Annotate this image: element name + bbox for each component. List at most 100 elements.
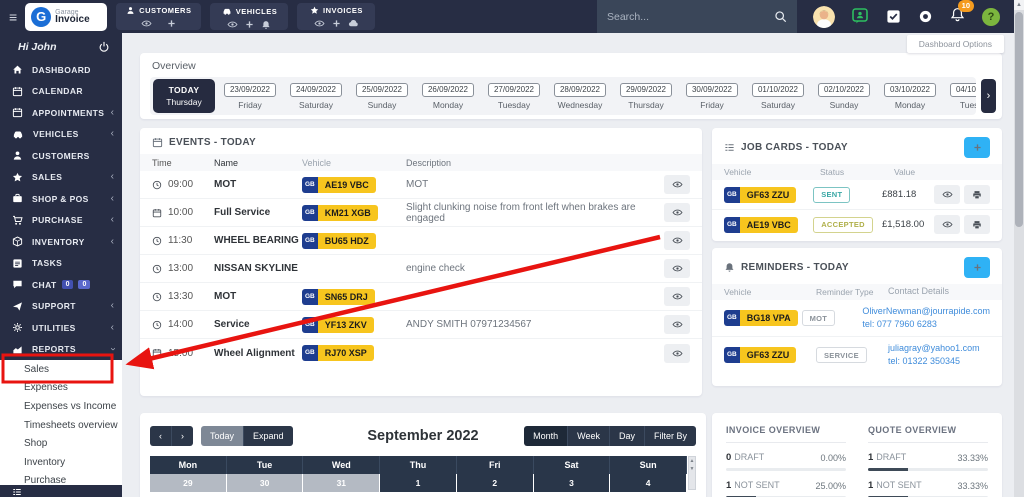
- sidebar-item-partial[interactable]: [0, 485, 122, 497]
- view-customers-eye-icon[interactable]: [141, 18, 152, 29]
- notifications-bell[interactable]: 10: [950, 7, 965, 27]
- vehicle-plate[interactable]: GBYF13 ZKV: [302, 317, 374, 333]
- view-vehicles-eye-icon[interactable]: [227, 19, 238, 30]
- vehicle-plate[interactable]: GBRJ70 XSP: [302, 345, 374, 361]
- calendar-day-cell[interactable]: 30: [227, 474, 304, 492]
- dashboard-options-button[interactable]: Dashboard Options: [907, 35, 1004, 53]
- sidebar-item-chat[interactable]: CHAT00: [0, 274, 122, 296]
- add-vehicle-plus-icon[interactable]: [245, 20, 254, 29]
- date-button[interactable]: 26/09/2022Monday: [417, 79, 479, 113]
- vehicle-plate[interactable]: GBBU65 HDZ: [302, 233, 376, 249]
- date-button[interactable]: 29/09/2022Thursday: [615, 79, 677, 113]
- contact-email-link[interactable]: OliverNewman@jourrapide.com: [862, 305, 990, 318]
- date-button[interactable]: 03/10/2022Monday: [879, 79, 941, 113]
- calendar-today-button[interactable]: Today: [201, 426, 244, 446]
- view-event-button[interactable]: [664, 203, 690, 222]
- vehicle-plate[interactable]: GBGF63 ZZU: [724, 347, 796, 363]
- calendar-view-week[interactable]: Week: [568, 426, 610, 446]
- sidebar-item-utilities[interactable]: UTILITIES‹: [0, 317, 122, 339]
- date-button[interactable]: 01/10/2022Saturday: [747, 79, 809, 113]
- submenu-item-expenses[interactable]: Expenses: [0, 379, 122, 398]
- date-button[interactable]: 27/09/2022Tuesday: [483, 79, 545, 113]
- view-event-button[interactable]: [664, 344, 690, 363]
- user-avatar[interactable]: [813, 6, 835, 28]
- add-reminder-button[interactable]: [964, 257, 990, 278]
- calendar-day-cell[interactable]: 4: [610, 474, 687, 492]
- date-button[interactable]: 02/10/2022Sunday: [813, 79, 875, 113]
- vehicle-plate[interactable]: GBAE19 VBC: [302, 177, 376, 193]
- hamburger-menu-icon[interactable]: ≡: [9, 9, 17, 25]
- vehicle-plate[interactable]: GBGF63 ZZU: [724, 187, 796, 203]
- submenu-item-sales[interactable]: Sales: [0, 360, 122, 379]
- submenu-item-timesheets-overview[interactable]: Timesheets overview: [0, 416, 122, 435]
- vehicle-plate[interactable]: GBAE19 VBC: [724, 217, 798, 233]
- calendar-day-cell[interactable]: 2: [457, 474, 534, 492]
- add-customer-plus-icon[interactable]: [167, 19, 176, 28]
- view-event-button[interactable]: [664, 315, 690, 334]
- vehicle-reminders-bell-icon[interactable]: [261, 20, 271, 30]
- settings-icon[interactable]: [918, 9, 933, 24]
- date-button[interactable]: 24/09/2022Saturday: [285, 79, 347, 113]
- add-job-card-button[interactable]: [964, 137, 990, 158]
- date-button[interactable]: 25/09/2022Sunday: [351, 79, 413, 113]
- sidebar-item-sales[interactable]: SALES‹: [0, 167, 122, 189]
- calendar-view-day[interactable]: Day: [610, 426, 645, 446]
- view-event-button[interactable]: [664, 231, 690, 250]
- calendar-view-month[interactable]: Month: [524, 426, 568, 446]
- tasks-check-icon[interactable]: [886, 9, 901, 24]
- calendar-day-cell[interactable]: 1: [380, 474, 457, 492]
- sidebar-item-purchase[interactable]: PURCHASE‹: [0, 210, 122, 232]
- view-event-button[interactable]: [664, 287, 690, 306]
- page-scrollbar[interactable]: ▲: [1014, 0, 1024, 497]
- calendar-prev-button[interactable]: ‹: [150, 426, 172, 446]
- date-button[interactable]: 28/09/2022Wednesday: [549, 79, 611, 113]
- contact-email-link[interactable]: juliagray@yahoo1.com: [888, 342, 990, 355]
- submenu-item-shop[interactable]: Shop: [0, 434, 122, 453]
- sidebar-item-calendar[interactable]: CALENDAR: [0, 81, 122, 103]
- view-event-button[interactable]: [664, 175, 690, 194]
- sidebar-item-support[interactable]: SUPPORT‹: [0, 296, 122, 318]
- submenu-item-expenses-vs-income[interactable]: Expenses vs Income: [0, 397, 122, 416]
- add-invoice-plus-icon[interactable]: [332, 19, 341, 28]
- date-button[interactable]: 04/10/2022Tuesday: [945, 79, 976, 113]
- date-button[interactable]: 23/09/2022Friday: [219, 79, 281, 113]
- calendar-day-cell[interactable]: 31: [303, 474, 380, 492]
- calendar-day-cell[interactable]: 29: [150, 474, 227, 492]
- calendar-filter-button[interactable]: Filter By: [645, 426, 696, 446]
- sidebar-item-appointments[interactable]: APPOINTMENTS‹: [0, 102, 122, 124]
- contact-tel[interactable]: tel: 01322 350345: [888, 355, 990, 368]
- sidebar-item-customers[interactable]: CUSTOMERS: [0, 145, 122, 167]
- sidebar-item-tasks[interactable]: TASKS: [0, 253, 122, 275]
- search-input[interactable]: [607, 11, 774, 23]
- scrollbar-thumb[interactable]: [1015, 12, 1023, 227]
- help-question-icon[interactable]: ?: [982, 8, 1000, 26]
- vehicle-plate[interactable]: GBKM21 XGB: [302, 205, 378, 221]
- date-button[interactable]: 30/09/2022Friday: [681, 79, 743, 113]
- scroll-up-arrow[interactable]: ▲: [1014, 0, 1024, 10]
- date-button-today[interactable]: TODAY Thursday: [153, 79, 215, 113]
- date-strip-next-button[interactable]: ›: [981, 79, 996, 113]
- view-invoices-eye-icon[interactable]: [314, 18, 325, 29]
- print-job-card-button[interactable]: [964, 215, 990, 234]
- view-event-button[interactable]: [664, 259, 690, 278]
- sidebar-item-reports[interactable]: REPORTS›: [0, 339, 122, 361]
- vehicle-plate[interactable]: GBSN65 DRJ: [302, 289, 375, 305]
- invoices-cloud-icon[interactable]: [348, 18, 359, 29]
- sidebar-item-vehicles[interactable]: VEHICLES‹: [0, 124, 122, 146]
- contact-tel[interactable]: tel: 077 7960 6283: [862, 318, 990, 331]
- sidebar-item-dashboard[interactable]: DASHBOARD: [0, 59, 122, 81]
- print-job-card-button[interactable]: [964, 185, 990, 204]
- view-job-card-button[interactable]: [934, 215, 960, 234]
- calendar-scrollbar[interactable]: ▲▼: [688, 456, 696, 490]
- submenu-item-inventory[interactable]: Inventory: [0, 453, 122, 472]
- calendar-next-button[interactable]: ›: [172, 426, 193, 446]
- view-job-card-button[interactable]: [934, 185, 960, 204]
- sidebar-item-shop-pos[interactable]: SHOP & POS‹: [0, 188, 122, 210]
- support-chat-icon[interactable]: [852, 8, 869, 25]
- search-icon[interactable]: [774, 10, 787, 23]
- logout-power-icon[interactable]: [98, 41, 110, 53]
- vehicle-plate[interactable]: GBBG18 VPA: [724, 310, 798, 326]
- calendar-expand-button[interactable]: Expand: [244, 426, 293, 446]
- sidebar-item-inventory[interactable]: INVENTORY‹: [0, 231, 122, 253]
- app-logo[interactable]: G Garage Invoice: [25, 3, 107, 31]
